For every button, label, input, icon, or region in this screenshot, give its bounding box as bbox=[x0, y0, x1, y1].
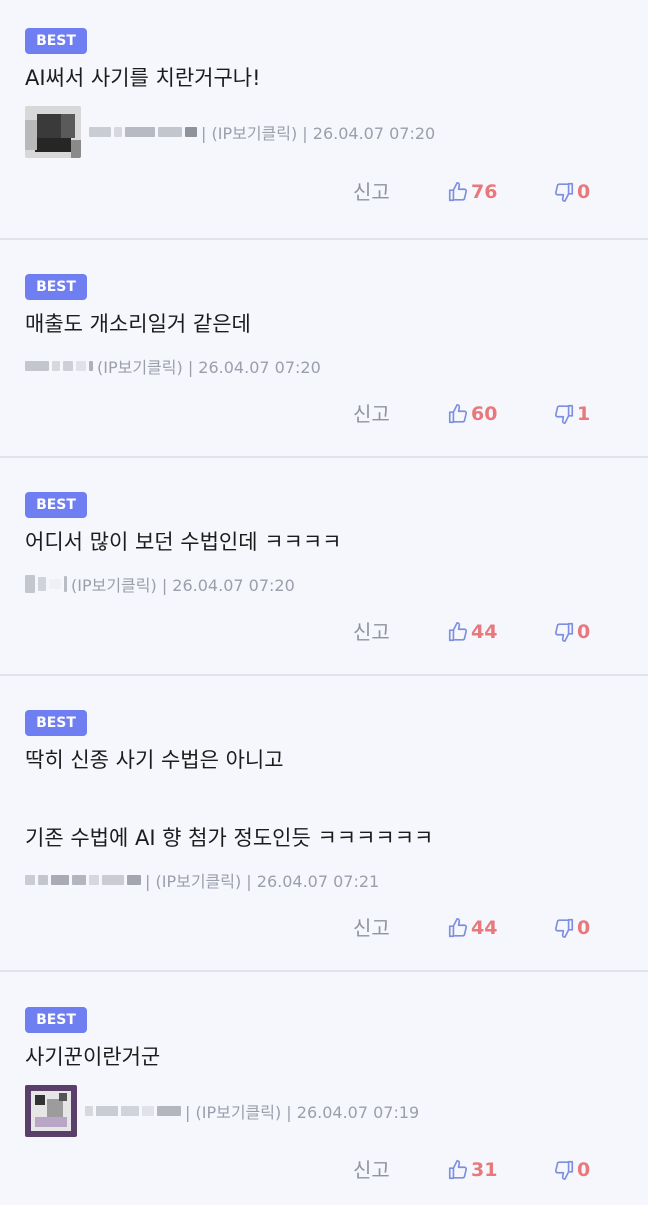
comment-meta: | (IP보기클릭) | 26.04.07 07:19 bbox=[25, 1085, 419, 1137]
ip-view-link[interactable]: (IP보기클릭) bbox=[97, 358, 183, 377]
comment-item: BEST 딱히 신종 사기 수법은 아니고 기존 수법에 AI 향 첨가 정도인… bbox=[0, 676, 648, 972]
nickname-blurred[interactable] bbox=[85, 1106, 181, 1116]
thumbs-down-icon bbox=[554, 182, 574, 202]
comment-datetime: 26.04.07 07:20 bbox=[198, 358, 321, 377]
dislike-count: 0 bbox=[577, 917, 591, 939]
thumbs-up-icon bbox=[448, 182, 468, 202]
like-button[interactable]: 44 bbox=[447, 614, 497, 650]
dislike-count: 0 bbox=[577, 1159, 591, 1181]
dislike-button[interactable]: 0 bbox=[553, 910, 590, 946]
dislike-count: 0 bbox=[577, 621, 591, 643]
comment-text-line1: 딱히 신종 사기 수법은 아니고 bbox=[25, 748, 284, 772]
like-count: 76 bbox=[471, 181, 498, 203]
report-button[interactable]: 신고 bbox=[353, 1152, 390, 1188]
thumbs-down-icon bbox=[554, 622, 574, 642]
like-button[interactable]: 76 bbox=[447, 174, 497, 210]
comment-info: | (IP보기클릭) | 26.04.07 07:20 bbox=[201, 124, 436, 143]
best-badge: BEST bbox=[25, 28, 87, 54]
thumbs-up-icon bbox=[448, 1160, 468, 1180]
comment-meta: (IP보기클릭) | 26.04.07 07:20 bbox=[25, 340, 321, 392]
like-button[interactable]: 31 bbox=[447, 1152, 497, 1188]
dislike-button[interactable]: 0 bbox=[553, 1152, 590, 1188]
thumbs-down-icon bbox=[554, 404, 574, 424]
comment-datetime: 26.04.07 07:20 bbox=[172, 576, 295, 595]
best-badge: BEST bbox=[25, 710, 87, 736]
comment-meta: | (IP보기클릭) | 26.04.07 07:20 bbox=[25, 106, 435, 158]
dislike-count: 0 bbox=[577, 181, 591, 203]
report-button[interactable]: 신고 bbox=[353, 396, 390, 432]
comment-item: BEST 매출도 개소리일거 같은데 (IP보기클릭) | 26.04.07 0… bbox=[0, 240, 648, 458]
like-count: 44 bbox=[471, 917, 498, 939]
comment-text-line2: 기존 수법에 AI 향 첨가 정도인듯 ㅋㅋㅋㅋㅋㅋ bbox=[25, 826, 434, 850]
like-button[interactable]: 44 bbox=[447, 910, 497, 946]
avatar[interactable] bbox=[25, 1085, 77, 1137]
comment-datetime: 26.04.07 07:19 bbox=[296, 1103, 420, 1122]
like-button[interactable]: 60 bbox=[447, 396, 497, 432]
nickname-blurred[interactable] bbox=[25, 361, 93, 371]
comment-text: AI써서 사기를 치란거구나! bbox=[25, 66, 261, 90]
like-count: 44 bbox=[471, 621, 498, 643]
comment-actions: 신고 60 1 bbox=[0, 396, 648, 432]
best-badge: BEST bbox=[25, 1007, 87, 1033]
comment-actions: 신고 44 0 bbox=[0, 910, 648, 946]
ip-view-link[interactable]: (IP보기클릭) bbox=[155, 872, 241, 891]
comment-info: | (IP보기클릭) | 26.04.07 07:21 bbox=[145, 872, 380, 891]
report-button[interactable]: 신고 bbox=[353, 174, 390, 210]
nickname-blurred[interactable] bbox=[25, 575, 67, 593]
thumbs-up-icon bbox=[448, 404, 468, 424]
comment-text: 사기꾼이란거군 bbox=[25, 1045, 161, 1069]
ip-view-link[interactable]: (IP보기클릭) bbox=[211, 124, 297, 143]
comment-meta: | (IP보기클릭) | 26.04.07 07:21 bbox=[25, 854, 379, 906]
comment-info: (IP보기클릭) | 26.04.07 07:20 bbox=[71, 576, 295, 595]
avatar[interactable] bbox=[25, 106, 81, 158]
comment-actions: 신고 76 0 bbox=[0, 174, 648, 210]
like-count: 60 bbox=[471, 403, 498, 425]
comment-item: BEST 사기꾼이란거군 | (IP보기클릭) | 26.04.07 07:19… bbox=[0, 972, 648, 1205]
thumbs-down-icon bbox=[554, 918, 574, 938]
comment-text: 어디서 많이 보던 수법인데 ㅋㅋㅋㅋ bbox=[25, 530, 342, 554]
dislike-button[interactable]: 1 bbox=[553, 396, 590, 432]
comment-item: BEST 어디서 많이 보던 수법인데 ㅋㅋㅋㅋ (IP보기클릭) | 26.0… bbox=[0, 458, 648, 676]
nickname-blurred[interactable] bbox=[25, 875, 141, 885]
report-button[interactable]: 신고 bbox=[353, 910, 390, 946]
comment-actions: 신고 31 0 bbox=[0, 1152, 648, 1188]
ip-view-link[interactable]: (IP보기클릭) bbox=[195, 1103, 281, 1122]
comment-actions: 신고 44 0 bbox=[0, 614, 648, 650]
nickname-blurred[interactable] bbox=[89, 127, 197, 137]
dislike-button[interactable]: 0 bbox=[553, 174, 590, 210]
comment-info: (IP보기클릭) | 26.04.07 07:20 bbox=[97, 358, 321, 377]
comment-text: 매출도 개소리일거 같은데 bbox=[25, 312, 251, 336]
best-badge: BEST bbox=[25, 492, 87, 518]
thumbs-up-icon bbox=[448, 622, 468, 642]
comment-datetime: 26.04.07 07:20 bbox=[312, 124, 436, 143]
report-button[interactable]: 신고 bbox=[353, 614, 390, 650]
dislike-count: 1 bbox=[577, 403, 591, 425]
comment-datetime: 26.04.07 07:21 bbox=[256, 872, 380, 891]
best-badge: BEST bbox=[25, 274, 87, 300]
comment-item: BEST AI써서 사기를 치란거구나! | (IP보기클릭) | 26.04.… bbox=[0, 0, 648, 240]
thumbs-down-icon bbox=[554, 1160, 574, 1180]
thumbs-up-icon bbox=[448, 918, 468, 938]
ip-view-link[interactable]: (IP보기클릭) bbox=[71, 576, 157, 595]
dislike-button[interactable]: 0 bbox=[553, 614, 590, 650]
like-count: 31 bbox=[471, 1159, 498, 1181]
comment-meta: (IP보기클릭) | 26.04.07 07:20 bbox=[25, 558, 295, 610]
comment-info: | (IP보기클릭) | 26.04.07 07:19 bbox=[185, 1103, 420, 1122]
